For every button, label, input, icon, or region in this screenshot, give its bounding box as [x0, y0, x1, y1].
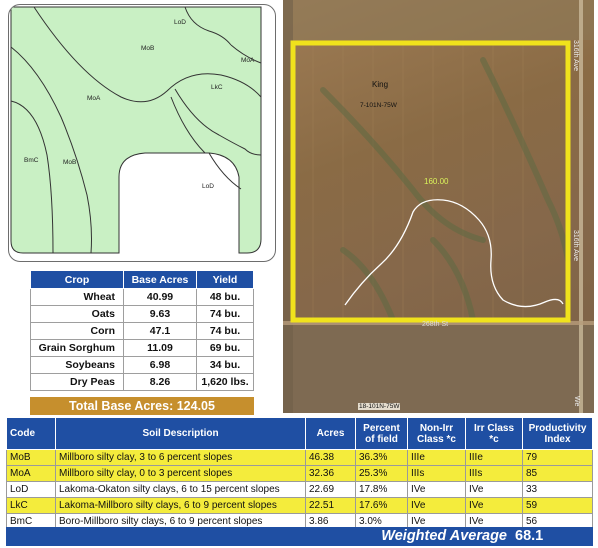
soil-row: LoD Lakoma-Okaton silty clays, 6 to 15 pe…: [6, 481, 593, 498]
crop-yield: 1,620 lbs.: [196, 373, 254, 391]
productivity-header: Productivity Index: [522, 417, 593, 450]
crop-base-table: Crop Base Acres Yield Wheat 40.99 48 bu. Oa…: [30, 270, 254, 391]
yield-header: Yield: [196, 270, 254, 289]
crop-row: Soybeans 6.98 34 bu.: [30, 356, 254, 374]
crop-yield: 48 bu.: [196, 288, 254, 306]
soil-percent-cell: 25.3%: [355, 465, 408, 482]
crop-name: Soybeans: [30, 356, 124, 374]
crop-row: Oats 9.63 74 bu.: [30, 305, 254, 323]
aerial-photo: King 7-101N-75W 160.00 316th Ave 316th A…: [283, 0, 594, 413]
aerial-imagery: [283, 0, 594, 413]
soil-code-cell: LoD: [6, 481, 56, 498]
soil-acres-cell: 46.38: [305, 449, 356, 466]
legal-description: 7-101N-75W: [360, 102, 397, 109]
soil-percent-cell: 17.8%: [355, 481, 408, 498]
weighted-average-value: 68.1: [515, 528, 544, 544]
soil-nonirr-cell: IVe: [407, 497, 466, 514]
crop-table-header-row: Crop Base Acres Yield: [30, 270, 254, 289]
map-label-mob: MoB: [141, 45, 155, 52]
map-label-lod: LoD: [202, 183, 214, 190]
percent-header: Percent of field: [355, 417, 408, 450]
soil-field-area: [10, 6, 262, 254]
crop-header: Crop: [30, 270, 124, 289]
soil-percent-cell: 36.3%: [355, 449, 408, 466]
soil-description-cell: Millboro silty clay, 0 to 3 percent slop…: [55, 465, 306, 482]
soil-code-cell: MoA: [6, 465, 56, 482]
nonirr-header: Non-Irr Class *c: [407, 417, 466, 450]
soil-acres-cell: 22.69: [305, 481, 356, 498]
soil-acres-cell: 22.51: [305, 497, 356, 514]
crop-name: Oats: [30, 305, 124, 323]
soil-irr-cell: IIIe: [465, 449, 523, 466]
soil-productivity-cell: 33: [522, 481, 593, 498]
code-header: Code: [6, 417, 56, 450]
base-acres-header: Base Acres: [123, 270, 197, 289]
crop-base-acres: 8.26: [123, 373, 197, 391]
map-label-bmc: BmC: [24, 157, 39, 164]
soil-row: MoB Millboro silty clay, 3 to 6 percent s…: [6, 449, 593, 466]
soil-productivity-cell: 85: [522, 465, 593, 482]
corner-label: We: [573, 396, 580, 407]
road-label-right-lower: 316th Ave: [572, 230, 579, 262]
soil-acres-cell: 32.36: [305, 465, 356, 482]
crop-row: Corn 47.1 74 bu.: [30, 322, 254, 340]
soil-table-header-row: Code Soil Description Acres Percent of f…: [6, 417, 593, 450]
crop-yield: 74 bu.: [196, 305, 254, 323]
soil-productivity-cell: 79: [522, 449, 593, 466]
soil-irr-cell: IVe: [465, 481, 523, 498]
crop-base-acres: 47.1: [123, 322, 197, 340]
soil-productivity-cell: 59: [522, 497, 593, 514]
acres-header: Acres: [305, 417, 356, 450]
soil-description-cell: Lakoma-Millboro silty clays, 6 to 9 perc…: [55, 497, 306, 514]
soil-description-cell: Millboro silty clay, 3 to 6 percent slop…: [55, 449, 306, 466]
soil-irr-cell: IVe: [465, 497, 523, 514]
crop-name: Dry Peas: [30, 373, 124, 391]
soil-description-table: Code Soil Description Acres Percent of f…: [6, 417, 593, 530]
crop-base-acres: 9.63: [123, 305, 197, 323]
crop-row: Grain Sorghum 11.09 69 bu.: [30, 339, 254, 357]
soil-nonirr-cell: IIIe: [407, 449, 466, 466]
road-label-right: 316th Ave: [572, 40, 579, 72]
map-label-lkc: LkC: [211, 84, 223, 91]
soil-nonirr-cell: IIIs: [407, 465, 466, 482]
soil-map-drawing: [10, 6, 262, 254]
total-base-acres: Total Base Acres: 124.05: [30, 397, 254, 415]
map-label-mob: MoB: [63, 159, 77, 166]
crop-yield: 74 bu.: [196, 322, 254, 340]
legal-description-bottom: 18-101N-75W: [358, 403, 401, 410]
soil-code-cell: MoB: [6, 449, 56, 466]
crop-name: Grain Sorghum: [30, 339, 124, 357]
soil-nonirr-cell: IVe: [407, 481, 466, 498]
soil-irr-cell: IIIs: [465, 465, 523, 482]
soil-row: LkC Lakoma-Millboro silty clays, 6 to 9 p…: [6, 497, 593, 514]
crop-base-acres: 6.98: [123, 356, 197, 374]
map-label-moa: MoA: [241, 57, 255, 64]
map-label-lod: LoD: [174, 19, 186, 26]
crop-row: Wheat 40.99 48 bu.: [30, 288, 254, 306]
crop-yield: 34 bu.: [196, 356, 254, 374]
crop-row: Dry Peas 8.26 1,620 lbs.: [30, 373, 254, 391]
soil-description-cell: Lakoma-Okaton silty clays, 6 to 15 perce…: [55, 481, 306, 498]
crop-yield: 69 bu.: [196, 339, 254, 357]
irr-header: Irr Class *c: [465, 417, 523, 450]
crop-base-acres: 11.09: [123, 339, 197, 357]
crop-table-body: Wheat 40.99 48 bu. Oats 9.63 74 bu. Corn 47.1 74…: [30, 288, 254, 391]
crop-base-acres: 40.99: [123, 288, 197, 306]
acres-label: 160.00: [424, 177, 449, 186]
crop-name: Corn: [30, 322, 124, 340]
description-header: Soil Description: [55, 417, 306, 450]
soil-percent-cell: 17.6%: [355, 497, 408, 514]
weighted-average-bar: Weighted Average 68.1: [6, 527, 593, 546]
crop-name: Wheat: [30, 288, 124, 306]
map-label-moa: MoA: [87, 95, 101, 102]
weighted-average-label: Weighted Average: [381, 528, 507, 544]
county-label: King: [372, 80, 389, 89]
soil-table-body: MoB Millboro silty clay, 3 to 6 percent s…: [6, 449, 593, 530]
road-label-bottom: 268th St: [422, 321, 449, 328]
soil-code-cell: LkC: [6, 497, 56, 514]
soil-map-panel: LoD MoB MoA LkC MoA BmC MoB LoD: [8, 4, 276, 262]
soil-row: MoA Millboro silty clay, 0 to 3 percent s…: [6, 465, 593, 482]
